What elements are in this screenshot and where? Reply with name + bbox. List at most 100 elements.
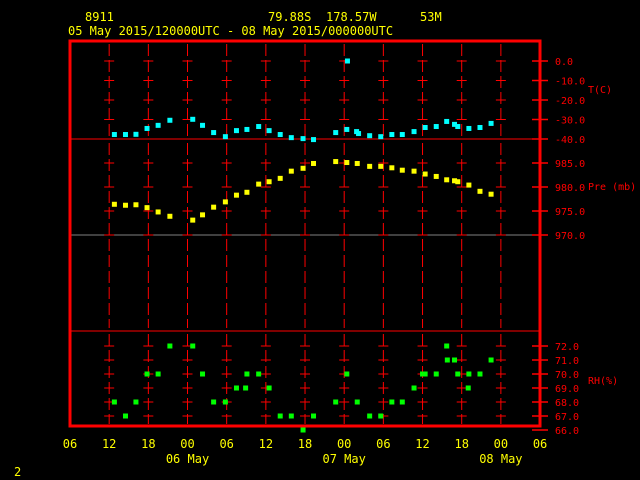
axis-labels: 0.0 -10.0 -20.0 -30.0 -40.0 985.0 980.0 975.0 97… — [63, 57, 585, 466]
temp-point — [455, 124, 461, 130]
latitude: 79.88S — [268, 10, 311, 24]
temp-point — [167, 117, 173, 123]
pressure-point — [288, 168, 294, 174]
pressure-point — [311, 160, 317, 166]
rh-ytick-label: 71.0 — [555, 356, 579, 367]
pressure-point — [333, 159, 339, 165]
station-id: 8911 — [85, 10, 114, 24]
time-period: 05 May 2015/120000UTC - 08 May 2015/0000… — [68, 24, 393, 38]
pressure-ytick-label: 975.0 — [555, 207, 585, 218]
temp-ytick-label: -40.0 — [555, 135, 585, 146]
rh-point — [367, 413, 373, 419]
x-tick-label: 12 — [259, 437, 273, 451]
temp-point — [422, 124, 428, 130]
pressure-ytick-label: 970.0 — [555, 231, 585, 242]
pressure-point — [477, 188, 483, 194]
rh-point — [243, 385, 249, 391]
rh-ytick-label: 67.0 — [555, 412, 579, 423]
temp-point — [155, 122, 161, 128]
rh-point — [444, 343, 450, 349]
temp-point — [256, 124, 262, 130]
temp-point — [233, 128, 239, 134]
rh-point — [300, 427, 306, 433]
temp-point — [488, 120, 494, 126]
rh-point — [378, 413, 384, 419]
rh-point — [488, 357, 494, 363]
pressure-point — [466, 182, 472, 188]
pressure-point — [422, 171, 428, 177]
pressure-point — [190, 217, 196, 223]
temp-axis-title: T(C) — [588, 85, 612, 96]
x-date-label: 08 May — [479, 452, 522, 466]
pressure-point — [367, 163, 373, 169]
temp-point — [222, 134, 228, 140]
temp-point — [367, 133, 373, 139]
pressure-point — [244, 189, 250, 195]
pressure-point — [211, 204, 217, 210]
temp-ytick-label: 0.0 — [555, 57, 573, 68]
temp-point — [411, 129, 417, 135]
rh-ytick-label: 72.0 — [555, 342, 579, 353]
pressure-ytick-label: 980.0 — [555, 183, 585, 194]
rh-point — [389, 399, 395, 405]
temp-point — [288, 135, 294, 141]
rh-point — [452, 357, 458, 363]
temp-point — [333, 130, 339, 136]
pressure-point — [300, 165, 306, 171]
rh-ytick-label: 70.0 — [555, 370, 579, 381]
pressure-point — [344, 160, 350, 166]
pressure-point — [256, 181, 262, 187]
x-tick-label: 18 — [298, 437, 312, 451]
pressure-point — [277, 175, 283, 181]
x-tick-label: 06 — [219, 437, 233, 451]
rh-point — [344, 371, 350, 377]
x-tick-label: 00 — [494, 437, 508, 451]
pressure-point — [488, 191, 494, 197]
x-tick-label: 18 — [454, 437, 468, 451]
longitude: 178.57W — [326, 10, 377, 24]
temp-point — [111, 132, 117, 138]
rh-point — [411, 385, 417, 391]
rh-point — [200, 371, 206, 377]
x-date-label: 07 May — [323, 452, 366, 466]
rh-point — [190, 343, 196, 349]
rh-point — [455, 371, 461, 377]
rh-point — [444, 357, 450, 363]
pressure-axis-title: Pre (mb) — [588, 182, 636, 193]
x-tick-label: 12 — [415, 437, 429, 451]
x-tick-label: 18 — [141, 437, 155, 451]
rh-point — [122, 413, 128, 419]
temp-point — [311, 137, 317, 143]
pressure-point — [111, 201, 117, 207]
temp-point — [344, 126, 350, 132]
rh-point — [266, 385, 272, 391]
temp-point — [190, 116, 196, 122]
rh-point — [422, 371, 428, 377]
rh-point — [144, 371, 150, 377]
rh-point — [222, 399, 228, 405]
temp-point — [477, 124, 483, 130]
rh-axis-title: RH(%) — [588, 376, 618, 387]
x-tick-label: 06 — [533, 437, 547, 451]
rh-point — [477, 371, 483, 377]
x-tick-label: 12 — [102, 437, 116, 451]
temp-point — [378, 134, 384, 140]
rh-point — [256, 371, 262, 377]
rh-point — [111, 399, 117, 405]
rh-point — [288, 413, 294, 419]
elevation: 53M — [420, 10, 442, 24]
pressure-point — [444, 177, 450, 183]
rh-point — [211, 399, 217, 405]
rh-point — [133, 399, 139, 405]
x-tick-label: 06 — [376, 437, 390, 451]
pressure-point — [411, 168, 417, 174]
rh-point — [466, 371, 472, 377]
x-tick-label: 06 — [63, 437, 77, 451]
rh-ytick-label: 69.0 — [555, 384, 579, 395]
temp-point — [344, 58, 350, 64]
temp-point — [433, 124, 439, 130]
rh-point — [333, 399, 339, 405]
temp-point — [200, 122, 206, 128]
temp-ytick-label: -20.0 — [555, 96, 585, 107]
temp-point — [211, 130, 217, 136]
